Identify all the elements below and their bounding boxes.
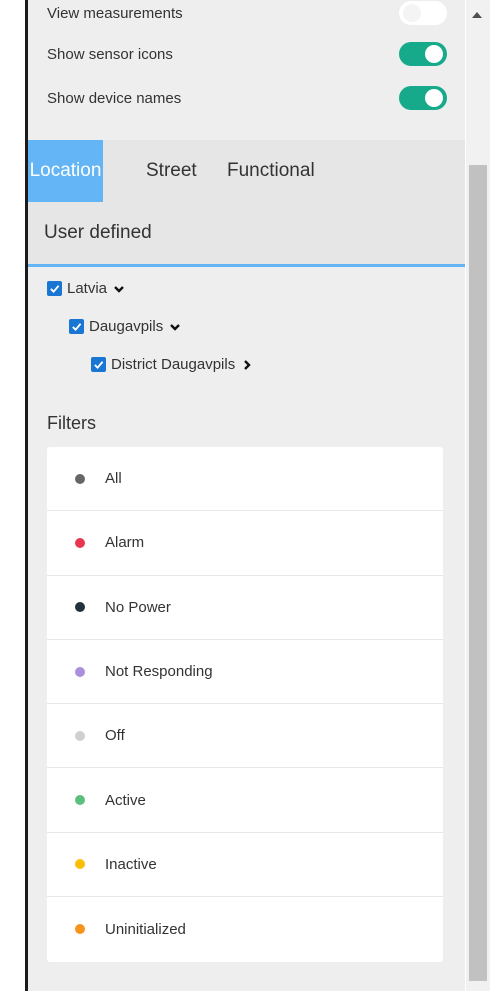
filter-label: Off	[105, 727, 125, 745]
tab-underline	[28, 264, 465, 267]
tree-item-daugavpils: Daugavpils	[69, 318, 181, 335]
filter-item-all[interactable]: All	[47, 447, 443, 512]
chevron-down-icon[interactable]	[113, 283, 125, 295]
chevron-right-icon[interactable]	[241, 359, 253, 371]
chevron-down-icon[interactable]	[169, 321, 181, 333]
toggle-row-sensor-icons: Show sensor icons	[47, 39, 447, 69]
filter-label: Inactive	[105, 855, 157, 873]
scroll-up-arrow-icon[interactable]	[472, 12, 482, 18]
filter-item-inactive[interactable]: Inactive	[47, 833, 443, 898]
tree-item-latvia: Latvia	[47, 280, 125, 297]
tab-bar: Location Street Functional User defined	[28, 140, 465, 264]
latvia-checkbox[interactable]	[47, 281, 62, 296]
sensor-icons-toggle[interactable]	[399, 42, 447, 66]
filter-label: Alarm	[105, 534, 145, 552]
status-dot	[75, 795, 85, 806]
device-names-toggle[interactable]	[399, 86, 447, 110]
daugavpils-checkbox[interactable]	[69, 319, 84, 334]
district-daugavpils-checkbox[interactable]	[91, 357, 106, 372]
vertical-scrollbar[interactable]	[466, 0, 490, 991]
filter-label: Uninitialized	[105, 920, 186, 938]
filter-item-active[interactable]: Active	[47, 768, 443, 833]
tree-item-district-daugavpils: District Daugavpils	[91, 356, 253, 373]
check-icon	[94, 361, 104, 370]
tab-user-defined[interactable]: User defined	[44, 202, 152, 264]
toggle-row-device-names: Show device names	[47, 83, 447, 113]
tab-street[interactable]: Street	[146, 140, 197, 202]
filter-item-uninitialized[interactable]: Uninitialized	[47, 897, 443, 961]
filter-label: All	[105, 470, 122, 488]
status-dot	[75, 537, 85, 548]
filter-label: Not Responding	[105, 663, 213, 681]
status-dot	[75, 666, 85, 677]
tree-item-label: Daugavpils	[89, 318, 164, 335]
status-dot	[75, 859, 85, 870]
toggle-knob	[403, 4, 421, 22]
toggle-label: Show device names	[47, 89, 182, 107]
check-icon	[72, 323, 82, 332]
status-dot	[75, 473, 85, 484]
scrollbar-thumb[interactable]	[469, 165, 487, 981]
filter-item-off[interactable]: Off	[47, 704, 443, 769]
status-dot	[75, 602, 85, 613]
filters-title: Filters	[47, 413, 96, 433]
filter-item-no-power[interactable]: No Power	[47, 576, 443, 640]
toggle-knob	[425, 89, 443, 107]
filter-label: No Power	[105, 598, 171, 616]
filter-item-alarm[interactable]: Alarm	[47, 511, 443, 576]
status-dot	[75, 730, 85, 741]
status-dot	[75, 924, 85, 935]
toggle-label: Show sensor icons	[47, 45, 173, 63]
filter-label: Active	[105, 791, 146, 809]
toggle-label: View measurements	[47, 4, 183, 22]
view-measurements-toggle[interactable]	[399, 1, 447, 25]
filter-item-not-responding[interactable]: Not Responding	[47, 640, 443, 705]
check-icon	[50, 285, 60, 294]
toggle-knob	[425, 45, 443, 63]
toggle-row-view-measurements: View measurements	[47, 0, 447, 28]
tab-location[interactable]: Location	[28, 140, 103, 202]
tree-item-label: District Daugavpils	[111, 356, 236, 373]
filter-list: All Alarm No Power Not Responding Off Ac…	[47, 447, 443, 962]
tab-functional[interactable]: Functional	[227, 140, 315, 202]
sidebar-panel: View measurements Show sensor icons Show…	[28, 0, 465, 991]
tree-item-label: Latvia	[67, 280, 108, 297]
